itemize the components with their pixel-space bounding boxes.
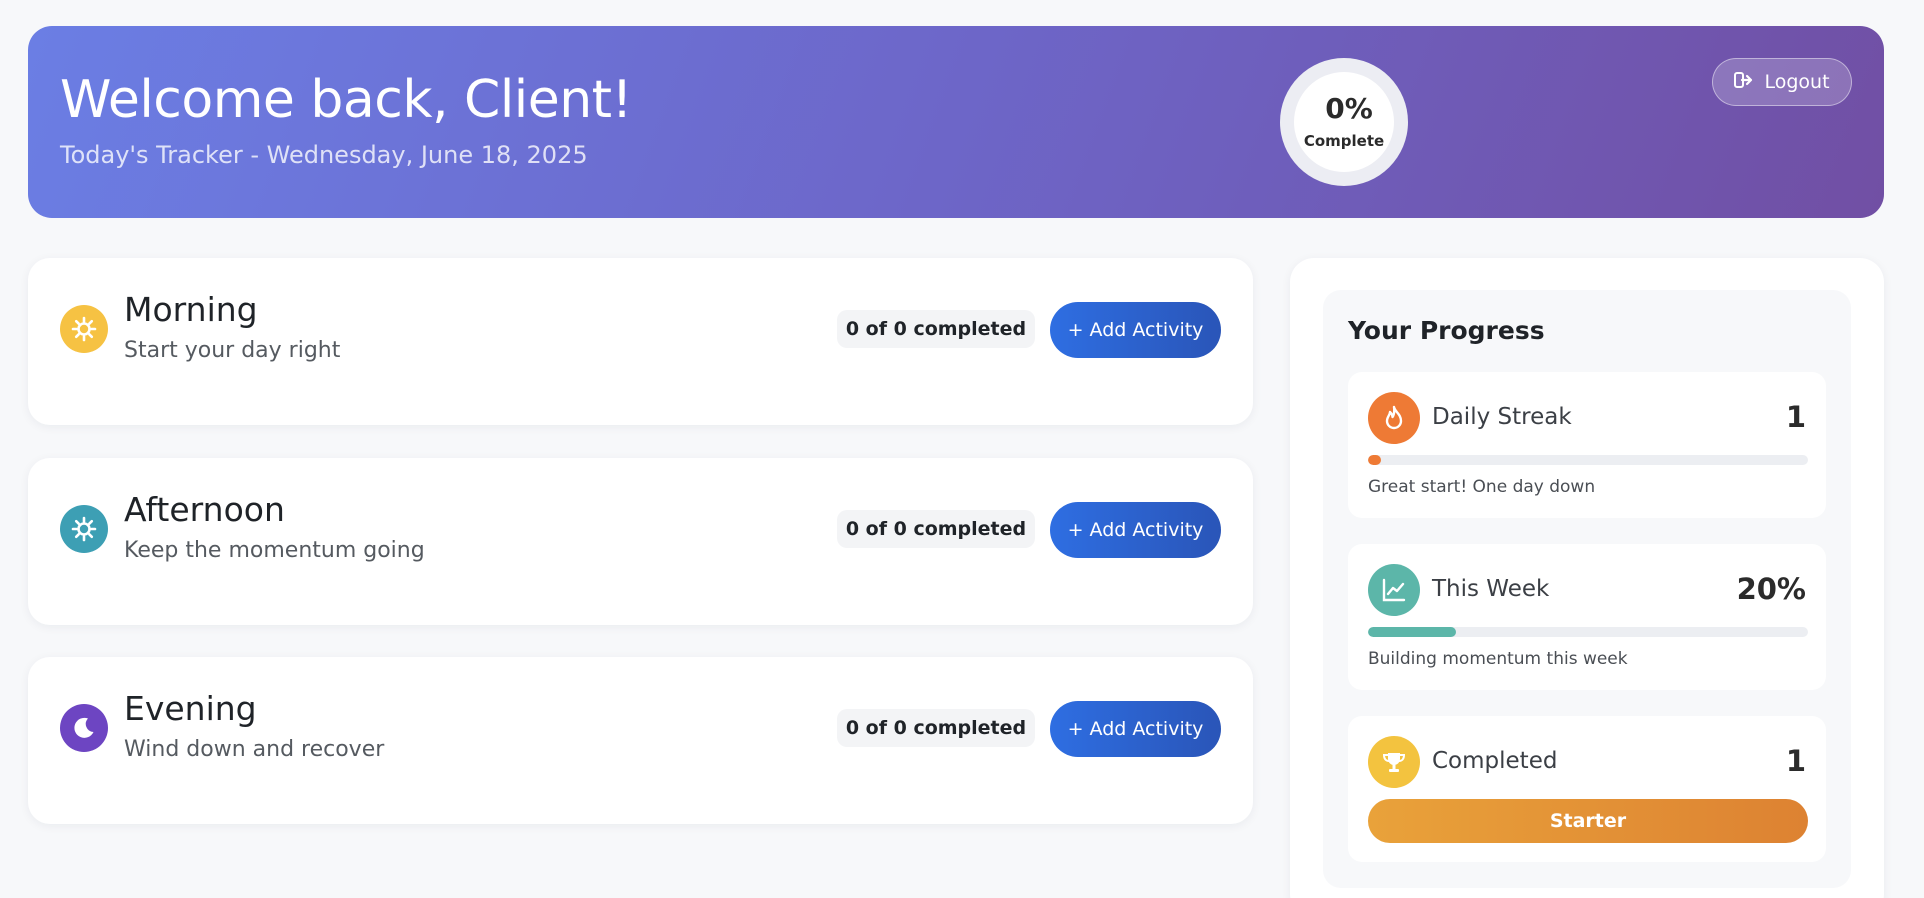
sun-icon (60, 505, 108, 553)
page-subtitle: Today's Tracker - Wednesday, June 18, 20… (60, 141, 588, 169)
this-week-card: This Week 20% Building momentum this wee… (1348, 544, 1826, 690)
streak-progress-fill (1368, 455, 1382, 465)
welcome-header: Welcome back, Client! Today's Tracker - … (28, 26, 1884, 218)
completion-ring-inner: 0% Complete (1294, 72, 1394, 172)
section-description: Wind down and recover (124, 737, 385, 762)
streak-progress-bar (1368, 455, 1808, 465)
section-completed-count: 0 of 0 completed (837, 310, 1035, 348)
section-title: Evening (124, 689, 257, 728)
logout-button[interactable]: Logout (1712, 58, 1852, 106)
section-description: Start your day right (124, 338, 341, 363)
stat-value: 1 (1785, 400, 1806, 434)
progress-title: Your Progress (1348, 316, 1545, 345)
trophy-icon (1368, 736, 1420, 788)
stat-value: 20% (1736, 572, 1806, 606)
section-completed-count: 0 of 0 completed (837, 709, 1035, 747)
daily-streak-card: Daily Streak 1 Great start! One day down (1348, 372, 1826, 518)
progress-panel-inner: Your Progress Daily Streak 1 Great start… (1323, 290, 1851, 888)
add-activity-button-afternoon[interactable]: + Add Activity (1050, 502, 1221, 558)
week-progress-fill (1368, 627, 1456, 637)
stat-note: Great start! One day down (1368, 477, 1596, 497)
completion-caption: Complete (1303, 132, 1385, 151)
flame-icon (1368, 392, 1420, 444)
add-activity-button-morning[interactable]: + Add Activity (1050, 302, 1221, 358)
section-card-morning: Morning Start your day right 0 of 0 comp… (28, 258, 1253, 425)
section-completed-count: 0 of 0 completed (837, 510, 1035, 548)
stat-label: Daily Streak (1432, 404, 1572, 430)
logout-icon (1734, 71, 1754, 94)
section-title: Afternoon (124, 490, 285, 529)
section-card-afternoon: Afternoon Keep the momentum going 0 of 0… (28, 458, 1253, 625)
level-badge: Starter (1368, 799, 1808, 843)
completion-ring: 0% Complete (1280, 58, 1408, 186)
completed-card: Completed 1 Starter (1348, 716, 1826, 862)
stat-label: Completed (1432, 748, 1558, 774)
stat-value: 1 (1785, 744, 1806, 778)
chart-line-icon (1368, 564, 1420, 616)
stat-note: Building momentum this week (1368, 649, 1628, 669)
week-progress-bar (1368, 627, 1808, 637)
logout-label: Logout (1764, 71, 1830, 93)
add-activity-button-evening[interactable]: + Add Activity (1050, 701, 1221, 757)
section-description: Keep the momentum going (124, 538, 425, 563)
completion-value: 0% (1325, 91, 1373, 125)
progress-panel: Your Progress Daily Streak 1 Great start… (1290, 258, 1884, 898)
page-title: Welcome back, Client! (60, 70, 632, 130)
section-card-evening: Evening Wind down and recover 0 of 0 com… (28, 657, 1253, 824)
section-title: Morning (124, 290, 258, 329)
stat-label: This Week (1432, 576, 1550, 602)
moon-icon (60, 704, 108, 752)
sun-icon (60, 305, 108, 353)
